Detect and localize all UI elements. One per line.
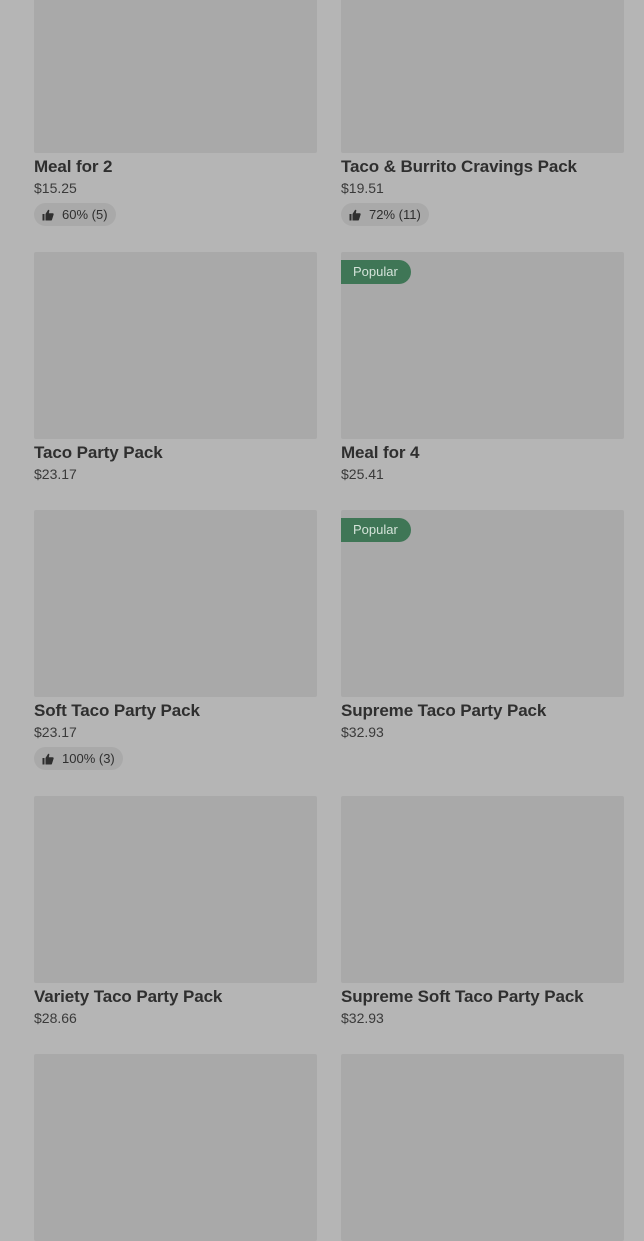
product-price: $15.25 <box>34 180 77 196</box>
product-price: $32.93 <box>341 724 384 740</box>
product-card[interactable]: Meal for 2 $15.25 60% (5) <box>34 0 317 226</box>
thumbs-up-icon <box>42 209 54 221</box>
thumbs-up-icon <box>42 753 54 765</box>
product-card[interactable]: Popular Meal for 4 $25.41 <box>341 252 624 483</box>
product-name[interactable]: Supreme Taco Party Pack <box>341 701 624 721</box>
product-image[interactable] <box>34 0 317 153</box>
product-card[interactable]: Supreme Soft Taco Party Pack $32.93 <box>341 796 624 1027</box>
product-price: $25.41 <box>341 466 384 482</box>
product-image[interactable] <box>34 252 317 439</box>
product-image[interactable] <box>34 796 317 983</box>
rating-text: 100% (3) <box>62 751 115 766</box>
popular-badge: Popular <box>341 518 411 542</box>
popular-badge: Popular <box>341 260 411 284</box>
product-name[interactable]: Taco & Burrito Cravings Pack <box>341 157 624 177</box>
product-name[interactable]: Meal for 4 <box>341 443 624 463</box>
product-card[interactable]: Taco Party Pack $23.17 <box>34 252 317 483</box>
product-card[interactable]: Popular Supreme Taco Party Pack $32.93 <box>341 510 624 741</box>
product-card[interactable] <box>341 1054 624 1241</box>
product-name[interactable]: Soft Taco Party Pack <box>34 701 317 721</box>
rating-text: 72% (11) <box>369 207 421 222</box>
product-card[interactable]: Taco & Burrito Cravings Pack $19.51 72% (1… <box>341 0 624 226</box>
product-price: $23.17 <box>34 724 77 740</box>
product-image[interactable] <box>34 510 317 697</box>
rating-chip: 100% (3) <box>34 747 123 770</box>
product-name[interactable]: Taco Party Pack <box>34 443 317 463</box>
product-price: $28.66 <box>34 1010 77 1026</box>
product-image[interactable]: Popular <box>341 510 624 697</box>
page: { "products": [ {"name": "Meal for 2", "… <box>0 0 644 1241</box>
product-image[interactable] <box>341 0 624 153</box>
product-image[interactable] <box>341 796 624 983</box>
product-card[interactable]: Soft Taco Party Pack $23.17 100% (3) <box>34 510 317 770</box>
product-price: $32.93 <box>341 1010 384 1026</box>
product-image[interactable] <box>341 1054 624 1241</box>
product-price: $19.51 <box>341 180 384 196</box>
rating-chip: 60% (5) <box>34 203 116 226</box>
product-price: $23.17 <box>34 466 77 482</box>
product-image[interactable]: Popular <box>341 252 624 439</box>
product-name[interactable]: Meal for 2 <box>34 157 317 177</box>
rating-chip: 72% (11) <box>341 203 429 226</box>
rating-text: 60% (5) <box>62 207 108 222</box>
product-card[interactable] <box>34 1054 317 1241</box>
product-name[interactable]: Variety Taco Party Pack <box>34 987 317 1007</box>
product-name[interactable]: Supreme Soft Taco Party Pack <box>341 987 624 1007</box>
product-card[interactable]: Variety Taco Party Pack $28.66 <box>34 796 317 1027</box>
product-image[interactable] <box>34 1054 317 1241</box>
thumbs-up-icon <box>349 209 361 221</box>
